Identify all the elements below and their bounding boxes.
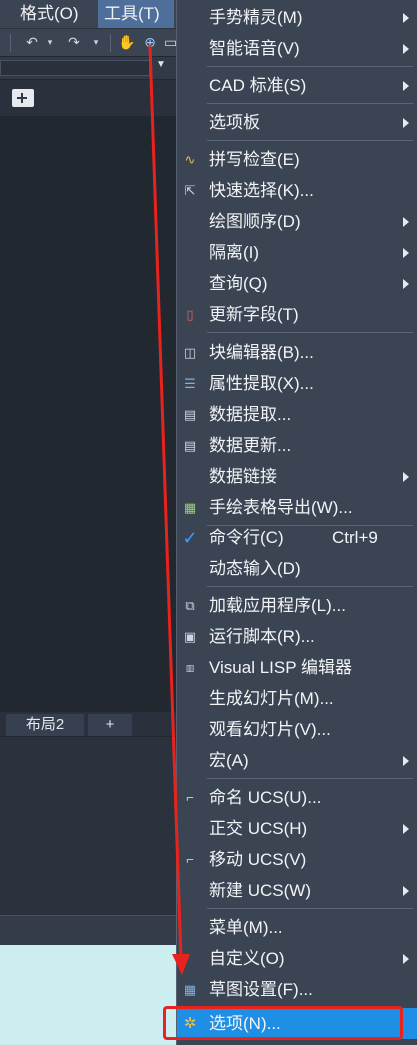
arrow-annotation bbox=[148, 45, 190, 975]
